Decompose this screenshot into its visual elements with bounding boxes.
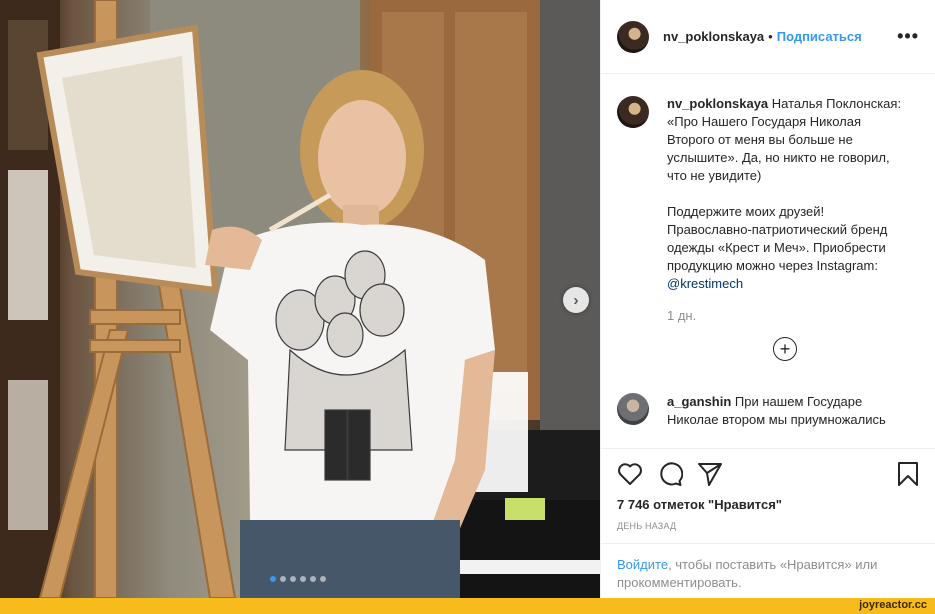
- caption: nv_poklonskaya Наталья Поклонская: «Про …: [617, 95, 919, 325]
- caption-body-2: Поддержите моих друзей!Православно-патри…: [667, 204, 888, 273]
- more-options-icon[interactable]: •••: [897, 26, 919, 47]
- heart-icon[interactable]: [617, 462, 643, 486]
- carousel-dot[interactable]: [270, 576, 276, 582]
- carousel-next-icon[interactable]: ›: [563, 287, 589, 313]
- caption-text-1: nv_poklonskaya Наталья Поклонская: «Про …: [667, 95, 907, 185]
- post-actions: 7 746 отметок "Нравится" ДЕНЬ НАЗАД: [601, 448, 935, 531]
- login-prompt: Войдите, чтобы поставить «Нравится» или …: [601, 543, 935, 604]
- login-link[interactable]: Войдите: [617, 557, 668, 572]
- photo-illustration: [0, 0, 600, 598]
- comments-list[interactable]: nv_poklonskaya Наталья Поклонская: «Про …: [601, 75, 935, 447]
- avatar[interactable]: [617, 20, 649, 53]
- load-more-comments-icon[interactable]: +: [773, 337, 797, 361]
- carousel-dot[interactable]: [320, 576, 326, 582]
- comment-item: a_ganshin При нашем Государе Николае вто…: [617, 393, 919, 429]
- carousel-dot[interactable]: [280, 576, 286, 582]
- carousel-dot[interactable]: [310, 576, 316, 582]
- share-icon[interactable]: [697, 461, 723, 487]
- header-separator: •: [768, 29, 773, 44]
- mention-link[interactable]: @krestimech: [667, 276, 743, 291]
- comment-icon[interactable]: [657, 461, 683, 487]
- caption-age[interactable]: 1 дн.: [667, 307, 907, 325]
- site-footer: joyreactor.cc: [0, 598, 935, 614]
- likes-count[interactable]: 7 746 отметок "Нравится": [617, 497, 919, 512]
- comment-username[interactable]: a_ganshin: [667, 394, 731, 409]
- carousel-dot[interactable]: [300, 576, 306, 582]
- follow-button[interactable]: Подписаться: [777, 29, 862, 44]
- header-username[interactable]: nv_poklonskaya: [663, 29, 764, 44]
- post-side-panel: nv_poklonskaya • Подписаться ••• nv_pokl…: [600, 0, 935, 598]
- carousel-dot[interactable]: [290, 576, 296, 582]
- caption-text-2: Поддержите моих друзей!Православно-патри…: [667, 203, 907, 293]
- avatar[interactable]: [617, 393, 649, 425]
- caption-username[interactable]: nv_poklonskaya: [667, 96, 768, 111]
- post-date[interactable]: ДЕНЬ НАЗАД: [617, 521, 919, 531]
- post-header: nv_poklonskaya • Подписаться •••: [601, 0, 935, 74]
- carousel-indicator: [270, 576, 326, 582]
- footer-brand[interactable]: joyreactor.cc: [859, 599, 927, 611]
- post-photo[interactable]: ›: [0, 0, 600, 598]
- avatar[interactable]: [617, 96, 649, 128]
- bookmark-icon[interactable]: [897, 461, 919, 487]
